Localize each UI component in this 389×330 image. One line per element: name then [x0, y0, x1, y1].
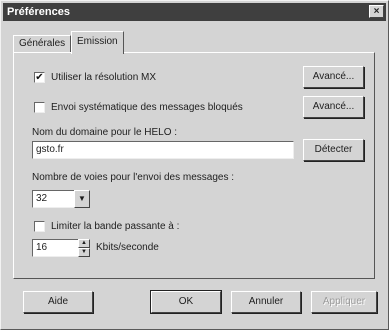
window-title: Préférences	[7, 6, 70, 18]
advanced-mx-button[interactable]: Avancé...	[303, 66, 364, 88]
close-button[interactable]: ×	[369, 5, 384, 18]
advanced-mx-button-label: Avancé...	[312, 71, 355, 82]
cancel-button[interactable]: Annuler	[231, 291, 301, 313]
bandwidth-value[interactable]: 16	[32, 239, 78, 257]
advanced-blocked-button[interactable]: Avancé...	[303, 96, 364, 118]
tab-emission-label: Emission	[77, 36, 118, 47]
check-icon: ✔	[35, 72, 44, 83]
spin-down-icon[interactable]: ▼	[78, 248, 90, 257]
bandwidth-checkbox[interactable]	[34, 221, 45, 232]
cancel-button-label: Annuler	[248, 296, 284, 307]
blocked-option[interactable]: Envoi systématique des messages bloqués	[34, 102, 243, 113]
bandwidth-label: Limiter la bande passante à :	[51, 221, 180, 232]
bandwidth-unit: Kbits/seconde	[96, 242, 159, 253]
spinner-buttons[interactable]: ▲ ▼	[78, 239, 90, 257]
chevron-down-icon[interactable]: ▼	[74, 190, 90, 208]
blocked-checkbox[interactable]	[34, 102, 45, 113]
blocked-label: Envoi systématique des messages bloqués	[51, 102, 243, 113]
bandwidth-option[interactable]: Limiter la bande passante à :	[34, 221, 179, 232]
help-button-label: Aide	[47, 296, 68, 307]
close-icon: ×	[373, 6, 380, 17]
apply-button: Appliquer	[311, 291, 377, 313]
paths-select-value: 32	[32, 190, 74, 208]
helo-domain-value: gsto.fr	[36, 144, 64, 155]
ok-button-label: OK	[178, 296, 194, 307]
detect-button-label: Détecter	[314, 144, 353, 155]
title-bar: Préférences ×	[3, 3, 386, 21]
detect-button[interactable]: Détecter	[303, 139, 364, 161]
emission-panel: ✔ Utiliser la résolution MX Avancé... En…	[13, 52, 375, 279]
mx-checkbox[interactable]: ✔	[34, 72, 45, 83]
preferences-dialog: Préférences × Générales Emission ✔ Utili…	[0, 0, 389, 330]
spin-up-icon[interactable]: ▲	[78, 239, 90, 248]
tab-emission[interactable]: Emission	[71, 31, 124, 54]
ok-button[interactable]: OK	[150, 290, 222, 314]
helo-domain-input[interactable]: gsto.fr	[32, 141, 294, 159]
tab-generales-label: Générales	[19, 38, 66, 49]
advanced-blocked-button-label: Avancé...	[312, 101, 355, 112]
bandwidth-spinner[interactable]: 16 ▲ ▼	[32, 239, 90, 257]
tab-strip: Générales Emission	[13, 31, 353, 54]
paths-select[interactable]: 32 ▼	[32, 190, 90, 208]
paths-label: Nombre de voies pour l'envoi des message…	[32, 172, 235, 183]
tab-generales[interactable]: Générales	[13, 35, 72, 53]
apply-button-label: Appliquer	[322, 296, 366, 307]
mx-label: Utiliser la résolution MX	[51, 72, 157, 83]
helo-label: Nom du domaine pour le HELO :	[32, 127, 178, 138]
mx-option[interactable]: ✔ Utiliser la résolution MX	[34, 72, 156, 83]
help-button[interactable]: Aide	[23, 291, 93, 313]
